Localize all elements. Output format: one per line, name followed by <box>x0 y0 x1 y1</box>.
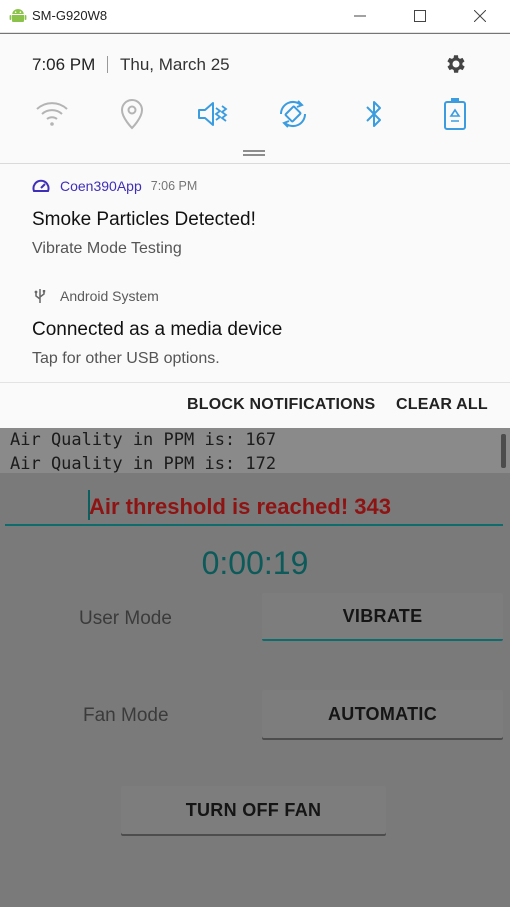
drag-handle[interactable] <box>243 150 265 156</box>
close-icon <box>474 10 486 22</box>
maximize-button[interactable] <box>405 4 435 28</box>
notification-title: Connected as a media device <box>32 319 283 340</box>
gauge-icon <box>32 177 52 195</box>
wifi-icon <box>36 102 68 126</box>
threshold-alert[interactable]: Air threshold is reached! 343 <box>89 494 391 520</box>
notification-text: Vibrate Mode Testing <box>32 240 182 257</box>
turn-off-fan-button[interactable]: TURN OFF FAN <box>121 786 386 834</box>
auto-rotate-icon <box>279 100 307 128</box>
gear-icon[interactable] <box>443 52 467 76</box>
notification-app-name: Android System <box>60 288 159 304</box>
notification-actions: BLOCK NOTIFICATIONS CLEAR ALL <box>0 382 510 428</box>
notification-coen390app[interactable]: Coen390App 7:06 PM Smoke Particles Detec… <box>0 177 510 277</box>
log-line: Air Quality in PPM is: 172 <box>10 454 277 473</box>
notification-app-name: Coen390App <box>60 178 142 194</box>
notification-shade: 7:06 PM Thu, March 25 Coen390App 7:06 PM… <box>0 34 510 428</box>
vibrate-tile[interactable] <box>195 96 231 132</box>
notification-header: Android System <box>32 287 159 305</box>
block-notifications-button[interactable]: BLOCK NOTIFICATIONS <box>187 396 375 414</box>
status-time: 7:06 PM <box>32 55 96 74</box>
android-icon <box>9 9 27 22</box>
title-bar: SM-G920W8 <box>0 0 510 33</box>
fan-mode-label: Fan Mode <box>83 705 169 726</box>
user-mode-label: User Mode <box>79 608 172 629</box>
alert-field-underline <box>5 524 503 526</box>
power-saving-tile[interactable] <box>437 96 473 132</box>
quick-settings-panel: 7:06 PM Thu, March 25 <box>0 34 510 164</box>
minimize-button[interactable] <box>345 4 375 28</box>
auto-rotate-tile[interactable] <box>275 96 311 132</box>
notification-header: Coen390App 7:06 PM <box>32 177 197 195</box>
close-button[interactable] <box>465 4 495 28</box>
emulator-window: SM-G920W8 7:06 PM Thu, March 25 Coen390A… <box>0 0 510 907</box>
power-saving-icon <box>444 98 466 130</box>
fan-mode-button[interactable]: AUTOMATIC <box>262 690 503 738</box>
wifi-tile[interactable] <box>34 96 70 132</box>
notification-time: 7:06 PM <box>150 179 198 193</box>
bluetooth-icon <box>366 101 381 127</box>
clear-all-button[interactable]: CLEAR ALL <box>396 396 488 414</box>
app-content: Air Quality in PPM is: 167 Air Quality i… <box>0 428 510 907</box>
minimize-icon <box>354 15 366 17</box>
log-scrollbar[interactable] <box>501 434 506 468</box>
notification-title: Smoke Particles Detected! <box>32 209 256 230</box>
bluetooth-tile[interactable] <box>356 96 392 132</box>
time-date-divider <box>107 56 108 73</box>
vibrate-icon <box>198 102 228 126</box>
status-date: Thu, March 25 <box>120 55 230 74</box>
user-mode-button[interactable]: VIBRATE <box>262 593 503 641</box>
notification-text: Tap for other USB options. <box>32 350 220 367</box>
window-title: SM-G920W8 <box>32 8 108 23</box>
maximize-icon <box>414 10 426 22</box>
location-icon <box>120 98 144 130</box>
notification-android-system[interactable]: Android System Connected as a media devi… <box>0 287 510 382</box>
location-tile[interactable] <box>114 96 150 132</box>
usb-icon <box>32 287 52 305</box>
elapsed-timer: 0:00:19 <box>201 545 309 581</box>
log-line: Air Quality in PPM is: 167 <box>10 430 277 450</box>
air-quality-log[interactable]: Air Quality in PPM is: 167 Air Quality i… <box>0 428 510 473</box>
